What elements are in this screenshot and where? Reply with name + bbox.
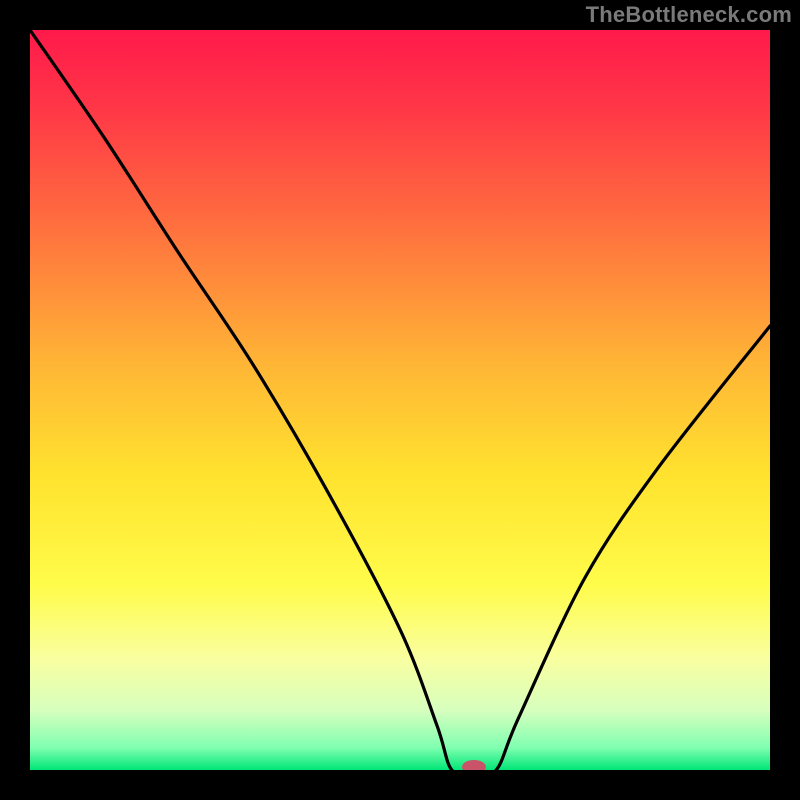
watermark-label: TheBottleneck.com (586, 2, 792, 28)
chart-container: TheBottleneck.com (0, 0, 800, 800)
plot-area (30, 30, 770, 770)
bottleneck-chart (30, 30, 770, 770)
gradient-background (30, 30, 770, 770)
